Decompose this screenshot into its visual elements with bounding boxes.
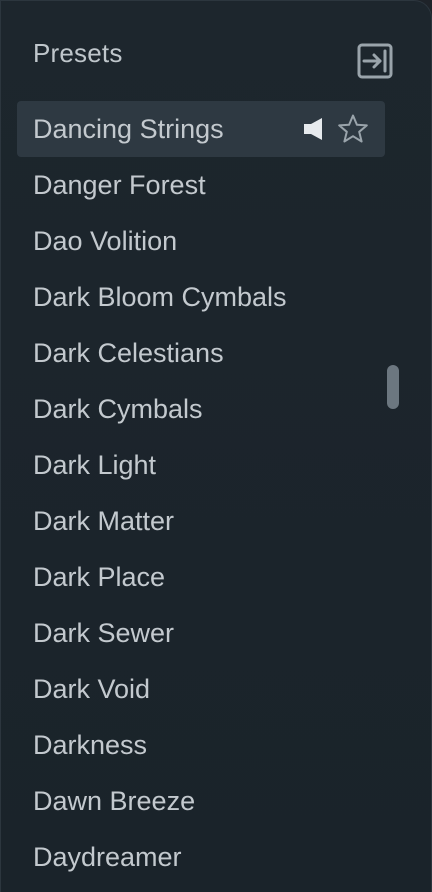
preset-item-actions [303, 113, 369, 145]
preset-item[interactable]: Dancing Strings [17, 101, 385, 157]
speaker-icon [304, 118, 322, 140]
preset-item[interactable]: Dark Celestians [17, 325, 385, 381]
collapse-panel-button[interactable] [357, 43, 393, 79]
preset-item-label: Dark Bloom Cymbals [33, 281, 287, 312]
panel-header: Presets [33, 37, 393, 79]
preset-item-label: Dark Void [33, 673, 151, 704]
preset-item[interactable]: Dark Sewer [17, 605, 385, 661]
preset-item-label: Dark Cymbals [33, 393, 203, 424]
preset-item-label: Dark Matter [33, 505, 175, 536]
scrollbar-thumb[interactable] [387, 365, 399, 409]
star-outline-icon [338, 114, 368, 143]
panel-title: Presets [33, 38, 123, 68]
preset-item[interactable]: Dark Void [17, 661, 385, 717]
preset-item[interactable]: Dao Volition [17, 213, 385, 269]
exit-panel-icon [357, 43, 393, 79]
presets-panel: Presets Dancing Strings Danger Forest Dao … [0, 0, 432, 892]
preset-item-label: Darkness [33, 729, 148, 760]
preset-item[interactable]: Dawn Breeze [17, 773, 385, 829]
preset-item[interactable]: Dark Light [17, 437, 385, 493]
preset-item-label: Dark Light [33, 449, 157, 480]
preset-item[interactable]: Dark Matter [17, 493, 385, 549]
preset-item-label: Danger Forest [33, 169, 206, 200]
preset-item-label: Dancing Strings [33, 113, 224, 144]
preset-list: Dancing Strings Danger Forest Dao Volition… [17, 101, 385, 885]
favorite-button[interactable] [337, 113, 369, 145]
preset-item-label: Daydreamer [33, 841, 182, 872]
preset-item[interactable]: Darkness [17, 717, 385, 773]
preset-item[interactable]: Danger Forest [17, 157, 385, 213]
preset-item-label: Dawn Breeze [33, 785, 196, 816]
preset-item-label: Dao Volition [33, 225, 178, 256]
preset-item-label: Dark Sewer [33, 617, 175, 648]
preset-item-label: Dark Place [33, 561, 166, 592]
preset-item[interactable]: Dark Bloom Cymbals [17, 269, 385, 325]
preset-item[interactable]: Daydreamer [17, 829, 385, 885]
preview-button[interactable] [303, 116, 325, 142]
preset-item[interactable]: Dark Cymbals [17, 381, 385, 437]
preset-item[interactable]: Dark Place [17, 549, 385, 605]
preset-item-label: Dark Celestians [33, 337, 224, 368]
